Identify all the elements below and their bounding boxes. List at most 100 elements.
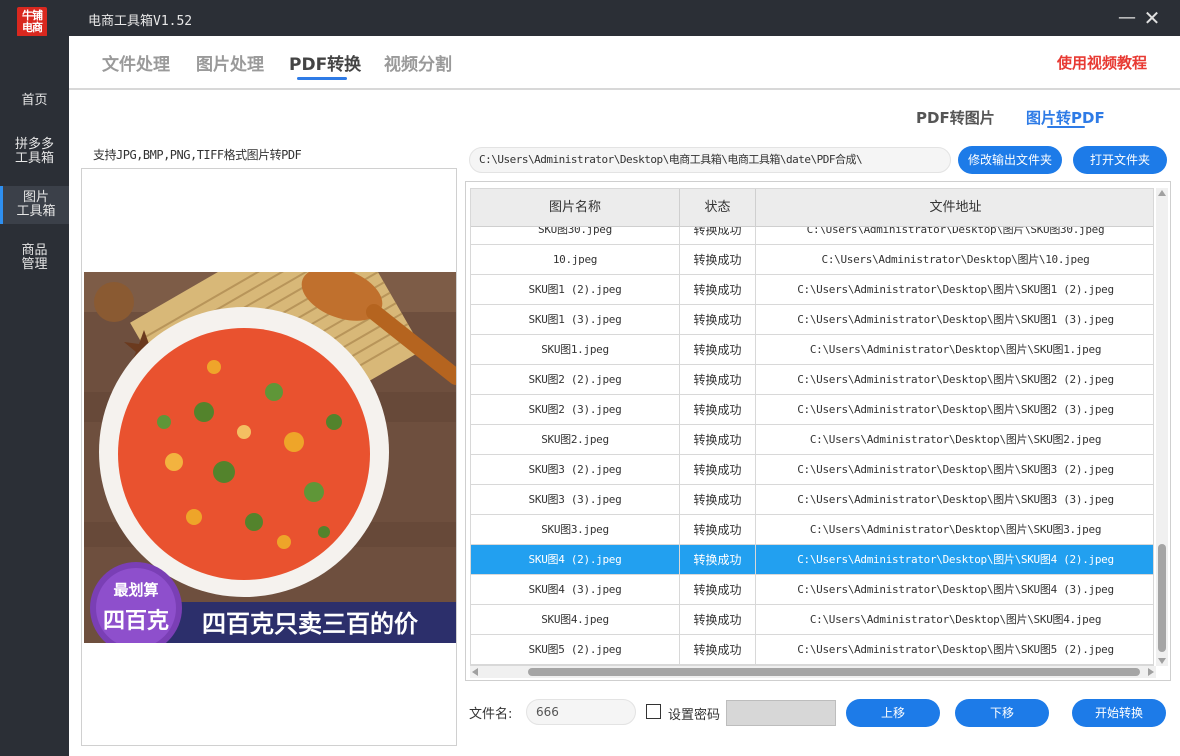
cell-file-path: C:\Users\Administrator\Desktop\图片\SKU图2 … [797, 403, 1114, 416]
cell-status: 转换成功 [680, 575, 756, 605]
modify-output-folder-button[interactable]: 修改输出文件夹 [958, 146, 1062, 174]
scroll-left-icon[interactable] [472, 668, 478, 676]
vertical-scroll-thumb[interactable] [1158, 544, 1166, 652]
subtab-pdf-to-image[interactable]: PDF转图片 [916, 107, 995, 128]
cell-status: 转换成功 [680, 395, 756, 425]
cell-image-name: SKU图2 (3).jpeg [471, 395, 680, 425]
sidebar-item-label: 管理 [21, 257, 48, 272]
tab-image-processing[interactable]: 图片处理 [196, 50, 264, 75]
sidebar-item-pdd-toolbox[interactable]: 拼多多 工具箱 [0, 138, 69, 170]
cell-image-name: SKU图1.jpeg [471, 335, 680, 365]
table-row[interactable]: SKU图4 (2).jpeg 转换成功 C:\Users\Administrator… [471, 545, 1153, 575]
sidebar-item-product-management[interactable]: 商品 管理 [0, 244, 69, 276]
set-password-checkbox[interactable] [646, 704, 661, 719]
minimize-icon[interactable]: — [1115, 6, 1139, 30]
cell-status: 转换成功 [680, 275, 756, 305]
supported-formats-text: 支持JPG,BMP,PNG,TIFF格式图片转PDF [93, 148, 302, 162]
tab-file-processing[interactable]: 文件处理 [102, 50, 170, 75]
cell-status: 转换成功 [680, 335, 756, 365]
filename-input[interactable]: 666 [526, 699, 636, 725]
sidebar-item-label: 图片 [22, 190, 49, 205]
start-conversion-button[interactable]: 开始转换 [1072, 699, 1166, 727]
cell-status: 转换成功 [680, 245, 756, 275]
logo-text-bottom: 电商 [22, 21, 43, 34]
table-row[interactable]: 10.jpeg 转换成功 C:\Users\Administrator\Deskto… [471, 245, 1153, 275]
sidebar-item-home[interactable]: 首页 [0, 94, 69, 114]
table-row[interactable]: SKU图1 (3).jpeg 转换成功 C:\Users\Administrator… [471, 305, 1153, 335]
cell-file-path: C:\Users\Administrator\Desktop\图片\SKU图3 … [797, 463, 1114, 476]
app-title: 电商工具箱V1.52 [88, 14, 193, 29]
scroll-right-icon[interactable] [1148, 668, 1154, 676]
cell-status: 转换成功 [680, 365, 756, 395]
sidebar-item-label: 工具箱 [14, 151, 54, 166]
cell-image-name: SKU图4 (2).jpeg [471, 545, 680, 575]
column-header-status[interactable]: 状态 [680, 189, 756, 227]
close-icon[interactable]: ✕ [1140, 6, 1164, 30]
column-header-path[interactable]: 文件地址 [756, 189, 1153, 227]
tab-video-split[interactable]: 视频分割 [384, 50, 452, 75]
cell-file-path: C:\Users\Administrator\Desktop\图片\SKU图3.… [809, 523, 1102, 536]
file-table[interactable]: 图片名称 状态 文件地址 SKU图30.jpeg 转换成功 C:\Users\Adm… [470, 188, 1154, 666]
cell-image-name: SKU图3 (2).jpeg [471, 455, 680, 485]
cell-file-path: C:\Users\Administrator\Desktop\图片\SKU图1 … [797, 313, 1114, 326]
horizontal-scroll-thumb[interactable] [528, 668, 1140, 676]
cell-image-name: SKU图4.jpeg [471, 605, 680, 635]
cell-file-path: C:\Users\Administrator\Desktop\图片\SKU图2 … [797, 373, 1114, 386]
sidebar-item-label: 拼多多 [14, 137, 54, 152]
sidebar-item-label: 商品 [21, 243, 48, 258]
video-tutorial-link[interactable]: 使用视频教程 [1057, 52, 1147, 73]
cell-file-path: C:\Users\Administrator\Desktop\图片\SKU图1.… [809, 343, 1102, 356]
password-input[interactable] [726, 700, 836, 726]
active-tab-indicator [297, 77, 347, 80]
cell-image-name: SKU图3 (3).jpeg [471, 485, 680, 515]
cell-file-path: C:\Users\Administrator\Desktop\图片\SKU图4.… [809, 613, 1102, 626]
sidebar-item-image-toolbox[interactable]: 图片 工具箱 [0, 186, 69, 224]
move-up-button[interactable]: 上移 [846, 699, 940, 727]
open-folder-button[interactable]: 打开文件夹 [1073, 146, 1167, 174]
table-row[interactable]: SKU图4.jpeg 转换成功 C:\Users\Administrator\Des… [471, 605, 1153, 635]
cell-image-name: SKU图5 (2).jpeg [471, 635, 680, 665]
sidebar: 首页 拼多多 工具箱 图片 工具箱 商品 管理 [0, 36, 69, 756]
column-header-name[interactable]: 图片名称 [471, 189, 680, 227]
cell-file-path: C:\Users\Administrator\Desktop\图片\SKU图3 … [797, 493, 1114, 506]
table-row[interactable]: SKU图3 (2).jpeg 转换成功 C:\Users\Administrator… [471, 455, 1153, 485]
cell-status: 转换成功 [680, 605, 756, 635]
scroll-up-icon[interactable] [1158, 190, 1166, 196]
table-row[interactable]: SKU图3.jpeg 转换成功 C:\Users\Administrator\Des… [471, 515, 1153, 545]
file-table-frame: 图片名称 状态 文件地址 SKU图30.jpeg 转换成功 C:\Users\Adm… [465, 181, 1171, 681]
cell-image-name: SKU图3.jpeg [471, 515, 680, 545]
table-row[interactable]: SKU图3 (3).jpeg 转换成功 C:\Users\Administrator… [471, 485, 1153, 515]
table-row[interactable]: SKU图2 (3).jpeg 转换成功 C:\Users\Administrator… [471, 395, 1153, 425]
cell-status: 转换成功 [680, 485, 756, 515]
cell-status: 转换成功 [680, 455, 756, 485]
table-row[interactable]: SKU图4 (3).jpeg 转换成功 C:\Users\Administrator… [471, 575, 1153, 605]
image-preview-panel: 最划算 四百克 四百克只卖三百的价 [81, 168, 457, 746]
vertical-scrollbar[interactable] [1156, 188, 1168, 666]
badge-top-text: 最划算 [113, 581, 158, 599]
table-body: SKU图30.jpeg 转换成功 C:\Users\Administrator\De… [471, 215, 1153, 665]
table-row[interactable]: SKU图5 (2).jpeg 转换成功 C:\Users\Administrator… [471, 635, 1153, 665]
table-row[interactable]: SKU图2.jpeg 转换成功 C:\Users\Administrator\Des… [471, 425, 1153, 455]
active-subtab-indicator [1047, 126, 1085, 128]
filename-label: 文件名: [469, 707, 513, 722]
subtab-image-to-pdf[interactable]: 图片转PDF [1026, 107, 1105, 128]
cell-image-name: SKU图2.jpeg [471, 425, 680, 455]
scroll-down-icon[interactable] [1158, 658, 1166, 664]
cell-status: 转换成功 [680, 515, 756, 545]
table-row[interactable]: SKU图2 (2).jpeg 转换成功 C:\Users\Administrator… [471, 365, 1153, 395]
cell-file-path: C:\Users\Administrator\Desktop\图片\SKU图2.… [809, 433, 1102, 446]
cell-status: 转换成功 [680, 635, 756, 665]
sidebar-item-label: 工具箱 [16, 204, 56, 219]
set-password-label[interactable]: 设置密码 [668, 704, 720, 723]
output-path-field[interactable]: C:\Users\Administrator\Desktop\电商工具箱\电商工… [469, 147, 951, 173]
table-row[interactable]: SKU图1.jpeg 转换成功 C:\Users\Administrator\Des… [471, 335, 1153, 365]
cell-file-path: C:\Users\Administrator\Desktop\图片\SKU图4 … [797, 583, 1114, 596]
cell-image-name: 10.jpeg [471, 245, 680, 275]
tab-pdf-conversion[interactable]: PDF转换 [289, 50, 361, 75]
move-down-button[interactable]: 下移 [955, 699, 1049, 727]
preview-image: 最划算 四百克 四百克只卖三百的价 [84, 272, 456, 643]
horizontal-scrollbar[interactable] [470, 666, 1156, 678]
table-row[interactable]: SKU图1 (2).jpeg 转换成功 C:\Users\Administrator… [471, 275, 1153, 305]
cell-status: 转换成功 [680, 305, 756, 335]
sidebar-item-label: 首页 [21, 93, 48, 108]
